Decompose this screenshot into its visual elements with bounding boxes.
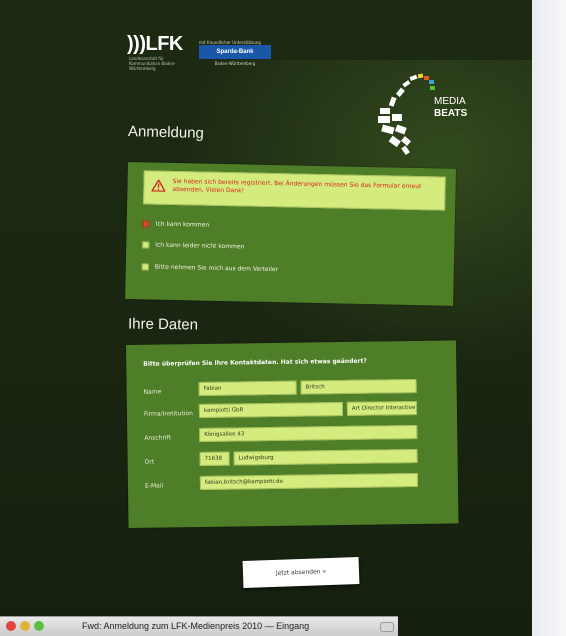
- unsubscribe-label: Bitte nehmen Sie mich aus dem Verteiler: [154, 263, 279, 274]
- not-attending-label: Ich kann leider nicht kommen: [155, 241, 245, 251]
- sponsor-caption: mit freundlicher Unterstützung: [199, 40, 261, 45]
- city-label: Ort: [144, 458, 155, 466]
- zip-field[interactable]: 71638: [199, 451, 230, 466]
- details-panel: Bitte überprüfen Sie Ihre Kontaktdaten. …: [126, 340, 459, 528]
- sponsor-logo: mit freundlicher Unterstützung Sparda-Ba…: [199, 40, 271, 66]
- attending-label: Ich kann kommen: [155, 220, 210, 229]
- registration-panel: Sie haben sich bereits registriert. Bei …: [125, 162, 456, 306]
- beats-bars-icon: [378, 73, 435, 155]
- warning-box: Sie haben sich bereits registriert. Bei …: [143, 170, 446, 211]
- warning-message: Sie haben sich bereits registriert. Bei …: [172, 177, 422, 195]
- zoom-window-button[interactable]: [34, 621, 44, 631]
- street-field[interactable]: Königsallee 43: [199, 424, 418, 442]
- option-attending[interactable]: Ich kann kommen: [142, 220, 210, 229]
- toolbar-toggle-button[interactable]: [380, 622, 394, 632]
- city-field[interactable]: Ludwigsburg: [233, 448, 418, 466]
- submit-button[interactable]: Jetzt absenden »: [242, 556, 360, 589]
- lfk-logo: )))LFK: [127, 33, 183, 55]
- close-window-button[interactable]: [6, 621, 16, 631]
- details-heading: Ihre Daten: [127, 315, 199, 334]
- warning-icon: [151, 179, 166, 192]
- option-unsubscribe[interactable]: Bitte nehmen Sie mich aus dem Verteiler: [141, 263, 279, 274]
- sponsor-name: Sparda-Bank: [199, 45, 271, 59]
- address-label: Anschrift: [144, 434, 171, 442]
- first-name-field[interactable]: Fabian: [198, 380, 297, 396]
- details-intro: Bitte überprüfen Sie Ihre Kontaktdaten. …: [143, 357, 367, 368]
- screenshot-stage: )))LFK Landesanstalt für Kommunikation B…: [0, 0, 566, 636]
- position-field[interactable]: Art Director Interactive: [346, 400, 418, 416]
- mail-window-titlebar: Fwd: Anmeldung zum LFK-Medienpreis 2010 …: [0, 616, 398, 636]
- registration-heading: Anmeldung: [127, 123, 205, 142]
- option-not-attending[interactable]: Ich kann leider nicht kommen: [142, 241, 245, 251]
- company-label: Firma/Institution: [143, 410, 193, 418]
- webpage-background: [0, 0, 538, 636]
- unsubscribe-checkbox[interactable]: [141, 263, 149, 271]
- last-name-field[interactable]: Britsch: [300, 378, 417, 395]
- sponsor-subtitle: Baden-Württemberg: [214, 61, 256, 66]
- media-beats-logo: MEDIA BEATS: [378, 73, 467, 155]
- email-field[interactable]: fabian.britsch@kampiotti.de: [199, 472, 419, 490]
- minimize-window-button[interactable]: [20, 621, 30, 631]
- media-beats-line2: BEATS: [434, 108, 467, 119]
- company-field[interactable]: kampiotti GbR: [198, 401, 344, 418]
- email-label: E-Mail: [144, 482, 164, 490]
- not-attending-checkbox[interactable]: [142, 241, 150, 249]
- lfk-logo-caption: Landesanstalt für Kommunikation Baden-Wü…: [129, 56, 176, 71]
- name-label: Name: [143, 388, 162, 396]
- media-beats-line1: MEDIA: [434, 96, 466, 107]
- underlying-window: [532, 0, 566, 636]
- mail-window-title: Fwd: Anmeldung zum LFK-Medienpreis 2010 …: [82, 621, 310, 631]
- attending-checkbox[interactable]: [142, 220, 150, 228]
